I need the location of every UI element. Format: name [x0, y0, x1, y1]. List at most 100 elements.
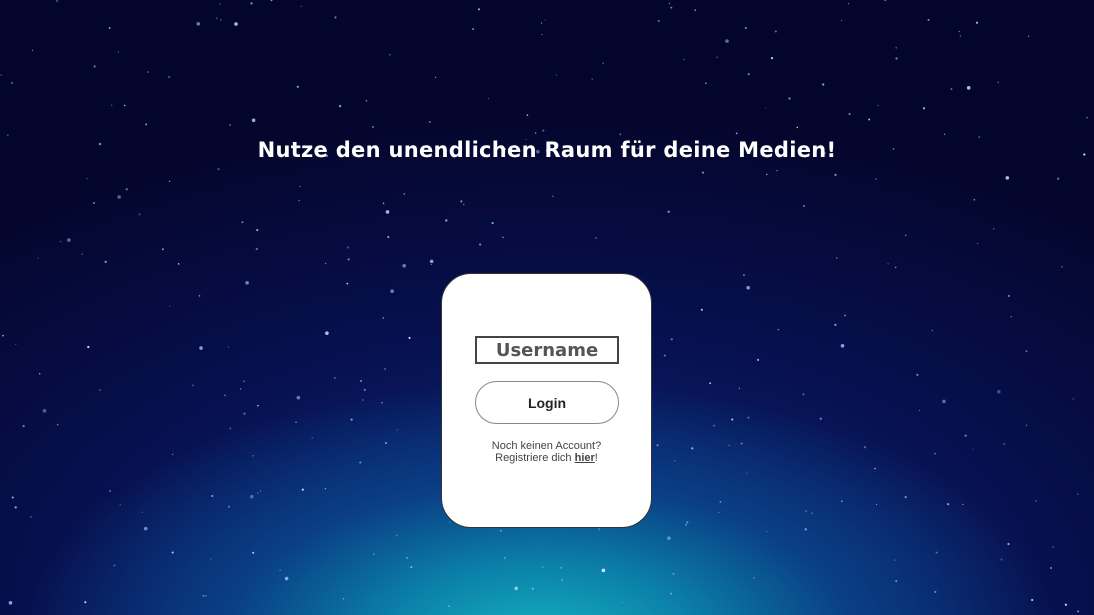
star: [1007, 294, 1010, 298]
star: [602, 62, 605, 65]
star: [1072, 398, 1074, 400]
login-button[interactable]: Login: [475, 381, 619, 424]
star: [234, 22, 238, 26]
star: [251, 118, 256, 123]
star: [713, 424, 715, 427]
star: [211, 494, 214, 498]
star: [219, 3, 221, 5]
star: [700, 308, 703, 311]
page-headline: Nutze den unendlichen Raum für deine Med…: [257, 138, 837, 162]
star: [324, 488, 327, 490]
register-link[interactable]: hier: [575, 452, 595, 464]
star: [434, 76, 437, 78]
star: [84, 601, 87, 604]
star: [514, 586, 519, 591]
star: [950, 88, 953, 90]
star: [430, 263, 433, 266]
star: [334, 16, 337, 19]
star: [834, 323, 837, 327]
star: [555, 74, 558, 76]
star: [270, 0, 273, 2]
star: [472, 28, 474, 30]
star: [601, 568, 606, 573]
star: [975, 21, 979, 24]
star: [31, 49, 34, 51]
star: [256, 228, 259, 232]
star: [875, 178, 878, 181]
star: [295, 421, 297, 424]
star: [216, 17, 218, 20]
star: [694, 9, 697, 12]
star: [93, 65, 96, 68]
star: [220, 19, 222, 21]
star: [167, 75, 171, 79]
star: [117, 195, 121, 199]
star: [241, 221, 244, 224]
star: [108, 26, 111, 29]
star: [243, 380, 245, 383]
star: [542, 129, 545, 132]
star: [805, 510, 807, 512]
star: [887, 263, 889, 265]
star: [255, 247, 258, 251]
star: [8, 601, 13, 605]
star: [1025, 424, 1028, 426]
star: [840, 19, 843, 22]
star: [667, 210, 670, 213]
star: [1077, 610, 1080, 613]
star: [1003, 443, 1005, 445]
star: [372, 553, 375, 556]
star: [705, 82, 707, 85]
star: [904, 496, 907, 499]
star: [449, 521, 451, 523]
star: [172, 453, 174, 456]
star: [686, 521, 689, 524]
star: [868, 118, 871, 121]
star: [15, 343, 17, 345]
star: [384, 368, 386, 370]
star: [488, 98, 490, 100]
star: [300, 5, 302, 8]
star: [876, 504, 878, 506]
star: [196, 22, 201, 26]
star: [1064, 603, 1067, 606]
star: [725, 39, 729, 43]
star: [301, 488, 305, 491]
star: [0, 74, 2, 76]
star: [117, 51, 119, 53]
star: [746, 472, 748, 474]
star: [119, 504, 121, 506]
star: [477, 8, 481, 11]
star: [840, 343, 845, 348]
star: [389, 54, 391, 56]
star: [774, 30, 777, 33]
username-input[interactable]: [475, 336, 619, 364]
star: [619, 133, 622, 136]
star: [877, 104, 879, 106]
star: [591, 78, 593, 80]
star: [526, 114, 529, 116]
star: [10, 81, 14, 84]
star: [966, 86, 971, 90]
star: [811, 512, 813, 514]
star: [735, 132, 738, 135]
star: [718, 512, 720, 514]
star: [822, 83, 825, 86]
star: [1005, 176, 1010, 180]
star: [229, 124, 231, 126]
star: [502, 236, 504, 239]
star: [1025, 350, 1028, 353]
star: [667, 536, 671, 541]
star: [325, 331, 329, 335]
star: [746, 285, 750, 290]
star: [997, 389, 1001, 394]
star: [363, 388, 366, 391]
star: [701, 171, 705, 174]
star: [709, 382, 712, 385]
star: [202, 594, 205, 598]
star: [668, 2, 671, 5]
star: [296, 85, 299, 88]
star: [728, 444, 730, 446]
star: [657, 19, 660, 23]
star: [365, 99, 368, 102]
